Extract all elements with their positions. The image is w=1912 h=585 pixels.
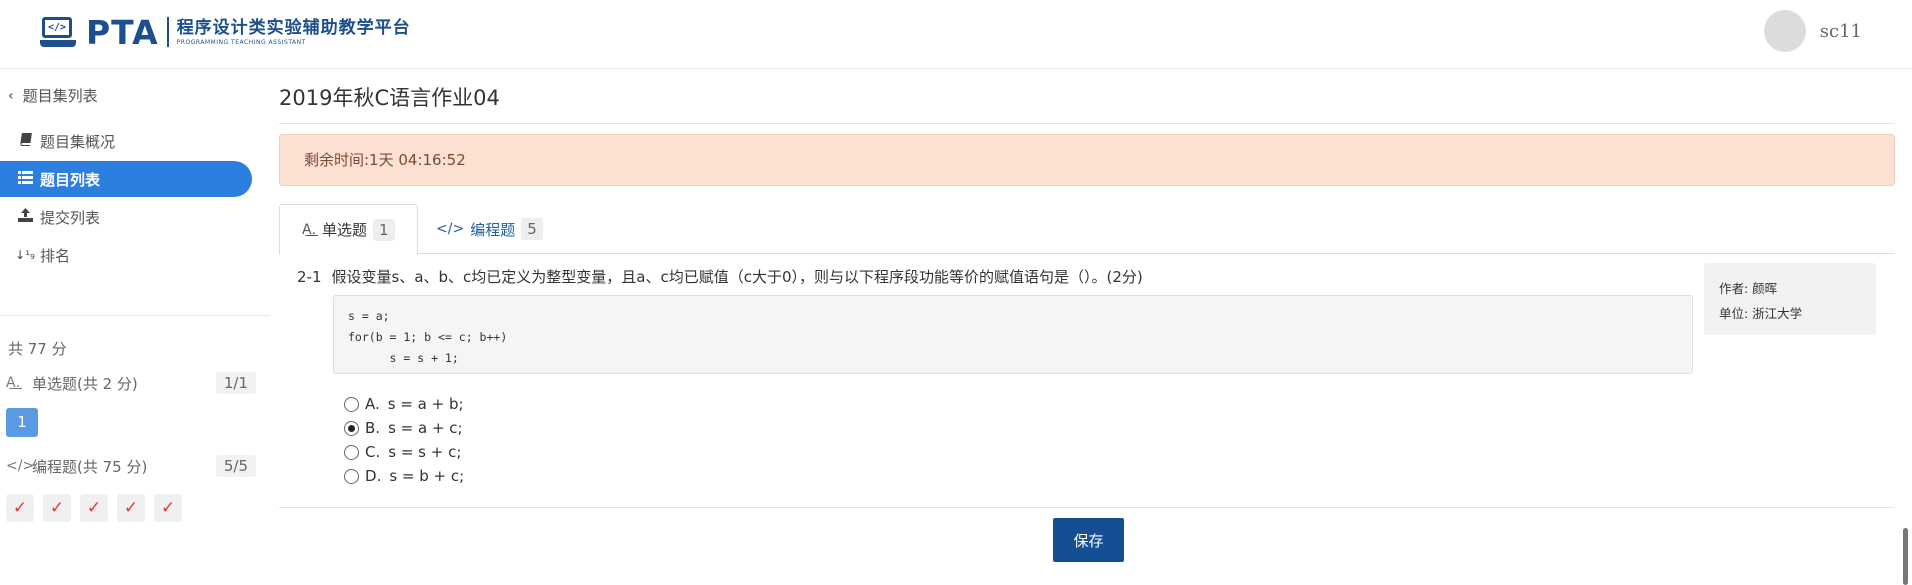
group-label: 编程题(共 75 分) [32, 457, 148, 476]
scrollbar-thumb[interactable] [1903, 528, 1908, 585]
programming-status-list: ✓ ✓ ✓ ✓ ✓ [6, 494, 182, 522]
option-text: s = a + c; [388, 419, 463, 437]
total-score: 共 77 分 [8, 340, 67, 358]
user-menu[interactable]: sc11 [1763, 10, 1862, 52]
choice-icon: A͟. [6, 375, 21, 391]
option-b[interactable]: B. s = a + c; [344, 416, 464, 440]
answer-options: A. s = a + b; B. s = a + c; C. s = s + c… [344, 392, 464, 488]
author-label: 作者: 颜晖 [1719, 281, 1778, 296]
check-icon[interactable]: ✓ [43, 494, 71, 522]
title-divider [279, 123, 1895, 124]
author-info-box: 作者: 颜晖 单位: 浙江大学 [1704, 263, 1876, 335]
question-text: 假设变量s、a、b、c均已定义为整型变量，且a、c均已赋值（c大于0），则与以下… [331, 268, 1143, 286]
programming-group: </> 编程题(共 75 分) 5/5 [6, 453, 256, 479]
option-text: s = a + b; [387, 395, 464, 413]
remaining-time-banner: 剩余时间:1天 04:16:52 [279, 134, 1895, 186]
logo-subtitle-cn: 程序设计类实验辅助教学平台 [176, 17, 411, 38]
code-block: s = a; for(b = 1; b <= c; b++) s = s + 1; [333, 295, 1693, 374]
pta-logo[interactable]: </> PTA 程序设计类实验辅助教学平台 PROGRAMMING TEACHI… [40, 12, 411, 52]
check-icon[interactable]: ✓ [80, 494, 108, 522]
option-letter: A. [365, 395, 380, 413]
sidebar: ‹ 题目集列表 题目集概况 题目列表 提交列表 ↓¹₉ 排名 共 77 分 A͟… [0, 70, 270, 585]
org-label: 单位: 浙江大学 [1719, 306, 1803, 321]
group-count: 1/1 [215, 372, 256, 394]
code-line: s = a; [348, 309, 390, 323]
option-letter: D. [365, 467, 382, 485]
tab-count-badge: 1 [373, 218, 395, 241]
save-button[interactable]: 保存 [1053, 518, 1124, 562]
code-icon: </> [436, 221, 465, 237]
logo-subtitle: 程序设计类实验辅助教学平台 PROGRAMMING TEACHING ASSIS… [177, 18, 411, 47]
option-letter: C. [365, 443, 381, 461]
question-number: 2-1 [297, 268, 322, 286]
avatar[interactable] [1763, 10, 1806, 52]
sidebar-item-label: 题目集概况 [40, 132, 116, 151]
check-icon[interactable]: ✓ [154, 494, 182, 522]
option-c[interactable]: C. s = s + c; [344, 440, 464, 464]
code-icon: </> [6, 458, 35, 474]
sidebar-divider [0, 315, 270, 316]
logo-code-icon: </> [40, 15, 80, 49]
sidebar-item-problem-list[interactable]: 题目列表 [0, 161, 252, 197]
back-label: 题目集列表 [22, 87, 98, 105]
radio-button[interactable] [344, 396, 359, 412]
logo-divider [166, 17, 169, 47]
code-line: for(b = 1; b <= c; b++) [348, 330, 508, 344]
question-header: 2-1 假设变量s、a、b、c均已定义为整型变量，且a、c均已赋值（c大于0），则… [297, 266, 1143, 287]
option-d[interactable]: D. s = b + c; [344, 464, 464, 488]
question-chip-1[interactable]: 1 [6, 408, 38, 437]
check-icon[interactable]: ✓ [6, 494, 34, 522]
logo-text: PTA [86, 12, 159, 52]
radio-button[interactable] [344, 444, 359, 460]
single-choice-group: A͟. 单选题(共 2 分) 1/1 [6, 370, 256, 396]
option-a[interactable]: A. s = a + b; [344, 392, 464, 416]
sidebar-item-label: 排名 [40, 246, 71, 265]
tab-programming[interactable]: </> 编程题 5 [414, 204, 565, 254]
code-line: s = s + 1; [348, 351, 459, 365]
option-text: s = s + c; [388, 443, 462, 461]
sidebar-item-label: 提交列表 [40, 208, 101, 227]
sidebar-item-submissions[interactable]: 提交列表 [0, 199, 252, 235]
group-count: 5/5 [215, 455, 256, 477]
tab-single-choice[interactable]: A͟. 单选题 1 [279, 204, 418, 255]
radio-button-selected[interactable] [344, 420, 359, 436]
back-to-problem-sets-link[interactable]: ‹ 题目集列表 [8, 85, 98, 106]
sidebar-item-overview[interactable]: 题目集概况 [0, 123, 252, 159]
tab-count-badge: 5 [521, 218, 543, 240]
footer-divider [279, 507, 1895, 508]
logo-subtitle-en: PROGRAMMING TEACHING ASSISTANT [176, 38, 306, 46]
option-letter: B. [365, 419, 381, 437]
chevron-left-icon: ‹ [8, 87, 14, 104]
radio-button[interactable] [344, 468, 359, 484]
page-title: 2019年秋C语言作业04 [279, 86, 500, 110]
choice-icon: A͟. [302, 221, 317, 238]
check-icon[interactable]: ✓ [117, 494, 145, 522]
question-type-tabs: A͟. 单选题 1 </> 编程题 5 [279, 204, 1895, 255]
option-text: s = b + c; [389, 467, 465, 485]
book-icon [14, 132, 36, 150]
sidebar-item-label: 题目列表 [40, 170, 101, 189]
top-header: </> PTA 程序设计类实验辅助教学平台 PROGRAMMING TEACHI… [0, 0, 1912, 69]
sidebar-item-ranking[interactable]: ↓¹₉ 排名 [0, 237, 252, 273]
sort-numeric-icon: ↓¹₉ [15, 248, 35, 262]
list-icon [14, 170, 36, 188]
tab-label: 单选题 [322, 221, 368, 239]
tab-label: 编程题 [470, 220, 516, 239]
username[interactable]: sc11 [1820, 21, 1862, 42]
group-label: 单选题(共 2 分) [32, 374, 138, 393]
upload-icon [14, 208, 36, 226]
